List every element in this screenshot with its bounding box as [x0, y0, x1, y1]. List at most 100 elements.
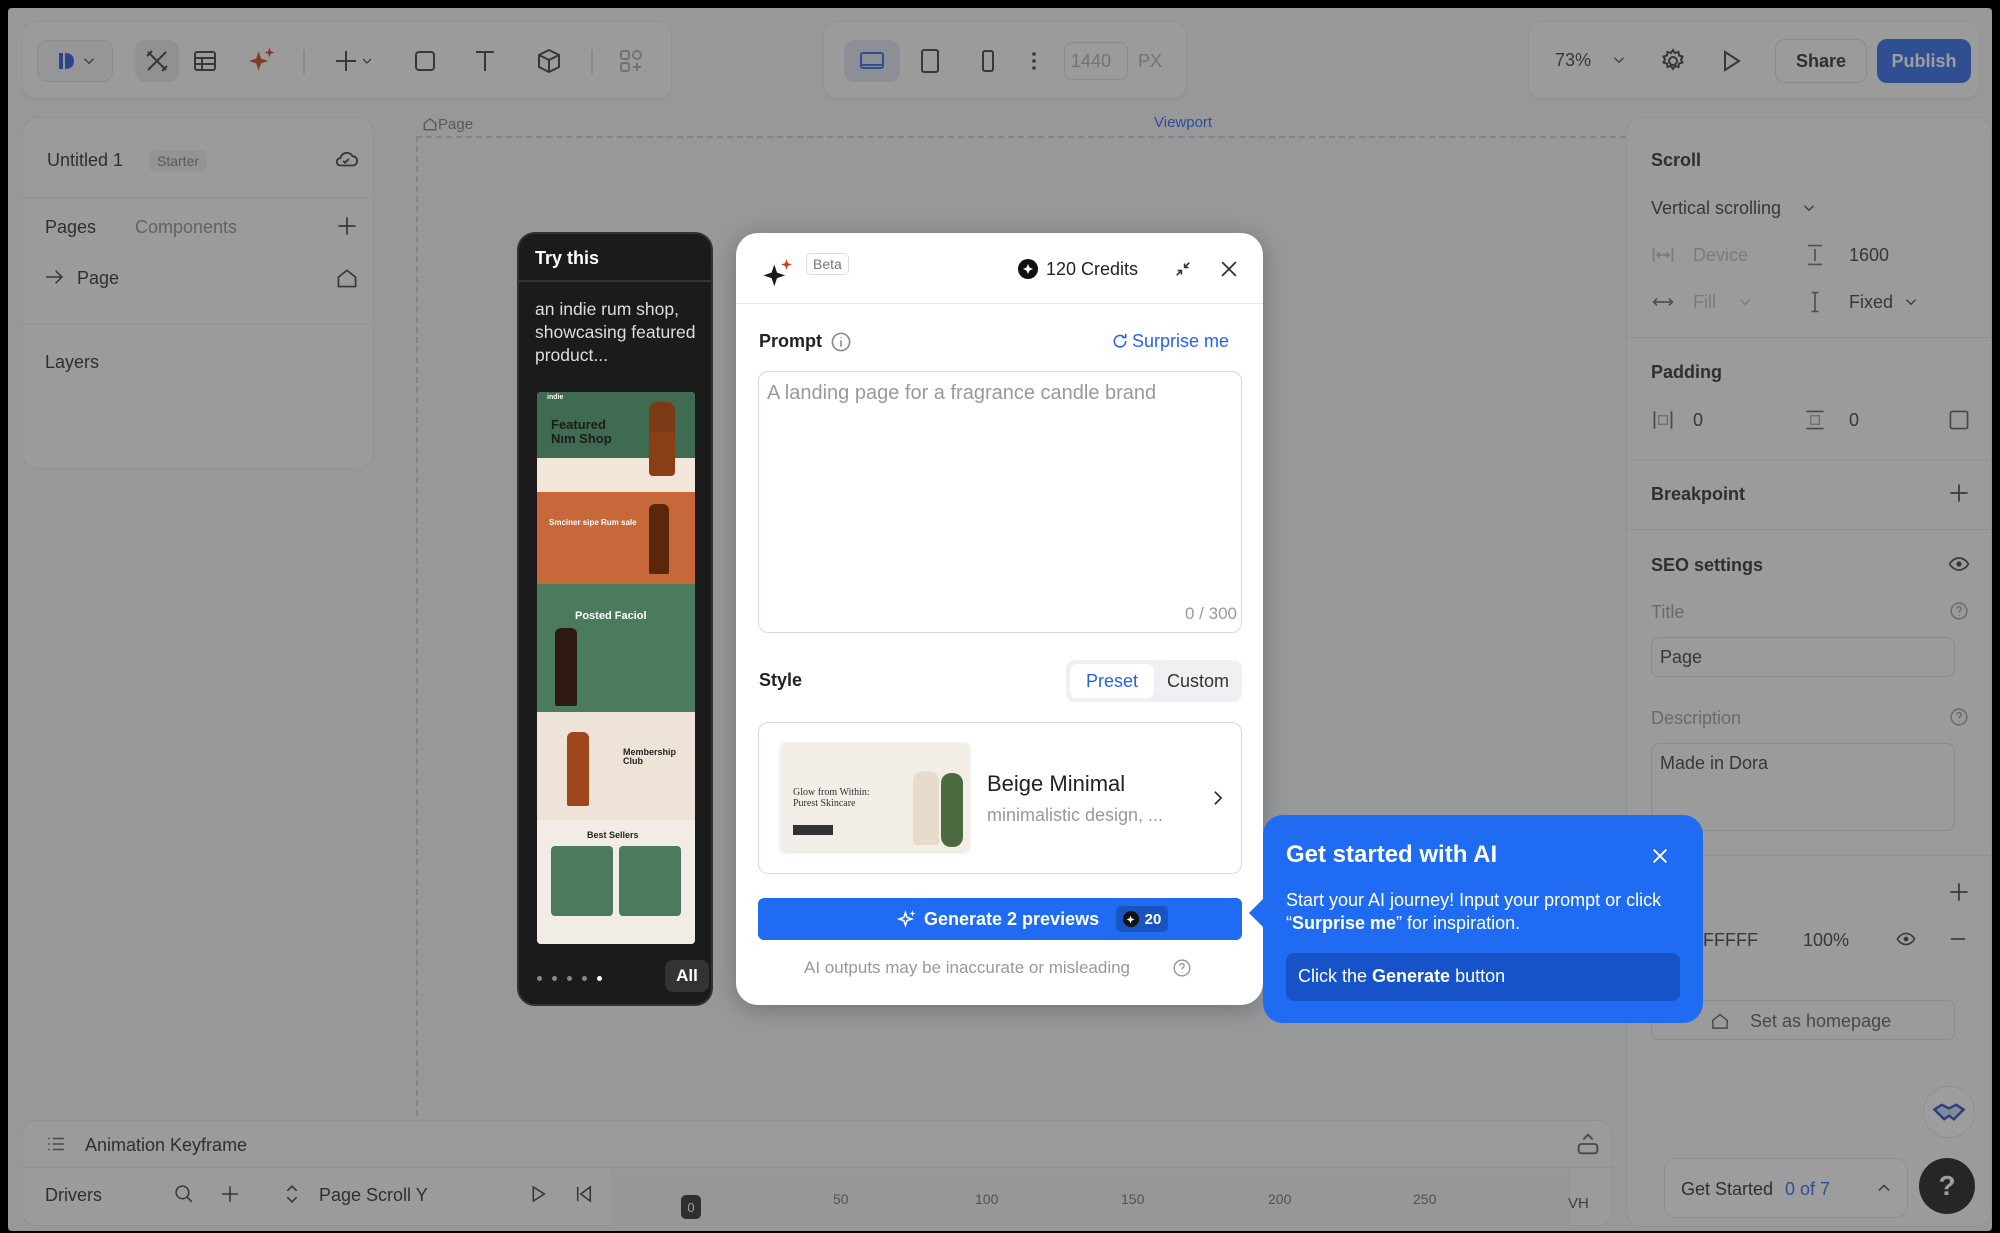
chevron-up-icon — [1878, 1184, 1890, 1192]
skip-back-icon[interactable] — [573, 1183, 595, 1205]
preview-eye-icon[interactable] — [1947, 552, 1971, 576]
add-breakpoint-icon[interactable] — [1947, 481, 1971, 505]
color-hex-value[interactable]: FFFFF — [1703, 930, 1758, 951]
settings-button[interactable] — [1651, 40, 1695, 82]
zoom-level[interactable]: 73% — [1555, 50, 1591, 71]
padding-horizontal-value[interactable]: 0 — [1693, 410, 1703, 431]
text-tool-button[interactable] — [463, 40, 507, 82]
timeline-unit[interactable]: VH — [1568, 1195, 1589, 1212]
device-width[interactable]: Device — [1693, 245, 1748, 266]
add-driver-icon[interactable] — [219, 1183, 241, 1205]
drivers-label: Drivers — [45, 1185, 102, 1205]
opacity-value[interactable]: 100% — [1803, 930, 1849, 951]
desktop-icon — [860, 52, 884, 69]
desktop-view-button[interactable] — [844, 40, 900, 82]
add-page-icon[interactable] — [335, 214, 359, 238]
seo-description-label: Description — [1651, 708, 1742, 728]
height-value[interactable]: 1600 — [1849, 245, 1889, 266]
cloud-sync-icon[interactable] — [333, 146, 359, 172]
tab-pages[interactable]: Pages — [45, 217, 96, 238]
preview-play-button[interactable] — [1709, 40, 1753, 82]
fill-select[interactable]: Fill — [1693, 292, 1716, 313]
share-button[interactable]: Share — [1775, 39, 1867, 83]
canvas-page-label: Page — [438, 116, 474, 133]
remove-fill-icon[interactable] — [1947, 928, 1969, 950]
get-started-widget[interactable]: Get Started 0 of 7 — [1664, 1158, 1908, 1218]
sparkle-icon — [763, 259, 792, 287]
logo-menu-button[interactable] — [37, 40, 113, 82]
view-all-button[interactable]: All — [665, 960, 709, 992]
try-this-title: Try this — [535, 248, 600, 268]
timeline-tick: 200 — [1268, 1191, 1292, 1207]
mobile-view-button[interactable] — [966, 40, 1010, 82]
seo-description-input[interactable]: Made in Dora — [1651, 743, 1955, 831]
tab-components[interactable]: Components — [135, 217, 237, 238]
close-icon[interactable] — [1217, 257, 1241, 281]
preview-section4: Membership Club — [623, 747, 677, 766]
tooltip-action[interactable]: Click the Generate button — [1286, 953, 1680, 1001]
scroll-mode-select[interactable]: Vertical scrolling — [1651, 198, 1781, 219]
product-card — [551, 846, 613, 916]
search-icon[interactable] — [173, 1183, 195, 1205]
preview-sale-section — [537, 492, 695, 584]
tablet-view-button[interactable] — [908, 40, 952, 82]
plant-image — [941, 773, 963, 847]
add-fill-icon[interactable] — [1947, 880, 1971, 904]
seo-title-input[interactable]: Page — [1651, 637, 1955, 677]
custom-tab[interactable]: Custom — [1158, 664, 1238, 698]
close-icon[interactable] — [1649, 845, 1671, 867]
project-name[interactable]: Untitled 1 — [47, 150, 123, 171]
surprise-me-link[interactable]: Surprise me — [1132, 331, 1229, 352]
help-circle-icon[interactable] — [1172, 958, 1192, 978]
get-started-progress: 0 of 7 — [1785, 1179, 1831, 1199]
prompt-placeholder: A landing page for a fragrance candle br… — [767, 382, 1157, 404]
frame-tool-button[interactable] — [403, 40, 447, 82]
width-icon — [1652, 248, 1674, 262]
collapse-panel-icon[interactable] — [1575, 1131, 1601, 1157]
components-button[interactable] — [609, 40, 653, 82]
padding-individual-icon[interactable] — [1947, 408, 1971, 432]
chevron-down-icon — [1613, 57, 1625, 64]
credits-count[interactable]: 120 Credits — [1046, 259, 1138, 280]
refresh-icon[interactable] — [1110, 331, 1130, 351]
tools-button[interactable] — [135, 40, 179, 82]
preset-tab[interactable]: Preset — [1070, 664, 1154, 698]
plus-icon — [336, 51, 356, 71]
style-preset-card[interactable]: Glow from Within: Purest Skincare Beige … — [758, 722, 1242, 874]
template-preview[interactable]: indie Featured Nım Shop Smciner sipe Rum… — [537, 392, 695, 944]
driver-name[interactable]: Page Scroll Y — [319, 1185, 428, 1206]
insert-button[interactable] — [323, 40, 383, 82]
padding-vertical-value[interactable]: 0 — [1849, 410, 1859, 431]
generate-button[interactable]: Generate 2 previews 20 — [758, 898, 1242, 940]
thumb-button — [793, 825, 833, 835]
chevron-right-icon — [1214, 791, 1223, 805]
credits-icon — [1122, 911, 1139, 927]
minimize-icon[interactable] — [1172, 258, 1194, 280]
3d-tool-button[interactable] — [527, 40, 571, 82]
partner-button[interactable] — [1923, 1086, 1975, 1138]
home-icon — [337, 269, 357, 288]
prompt-label: Prompt — [759, 331, 822, 351]
preview-section3: Posted Faciol — [575, 610, 647, 622]
publish-button[interactable]: Publish — [1877, 39, 1971, 83]
tools-icon — [146, 50, 168, 72]
prompt-textarea[interactable]: A landing page for a fragrance candle br… — [758, 371, 1242, 633]
sort-icon[interactable] — [281, 1183, 303, 1205]
carousel-dots[interactable] — [537, 976, 617, 986]
style-description: minimalistic design, ... — [987, 805, 1164, 825]
help-circle-icon — [1950, 602, 1968, 620]
fixed-select[interactable]: Fixed — [1849, 292, 1893, 313]
try-this-prompt[interactable]: an indie rum shop, showcasing featured p… — [535, 298, 705, 367]
page-list-item[interactable]: Page — [77, 268, 119, 289]
play-icon[interactable] — [527, 1183, 549, 1205]
help-button[interactable]: ? — [1919, 1158, 1975, 1214]
timeline-playhead[interactable]: 0 — [681, 1195, 701, 1219]
more-options-button[interactable] — [1020, 40, 1048, 82]
eye-icon[interactable] — [1895, 928, 1917, 950]
table-button[interactable] — [183, 40, 227, 82]
beta-badge: Beta — [806, 253, 849, 275]
viewport-width-input[interactable]: 1440 — [1064, 42, 1128, 80]
chevron-down-icon — [83, 58, 95, 65]
ai-sparkle-button[interactable] — [237, 38, 285, 84]
style-name: Beige Minimal — [987, 771, 1126, 796]
